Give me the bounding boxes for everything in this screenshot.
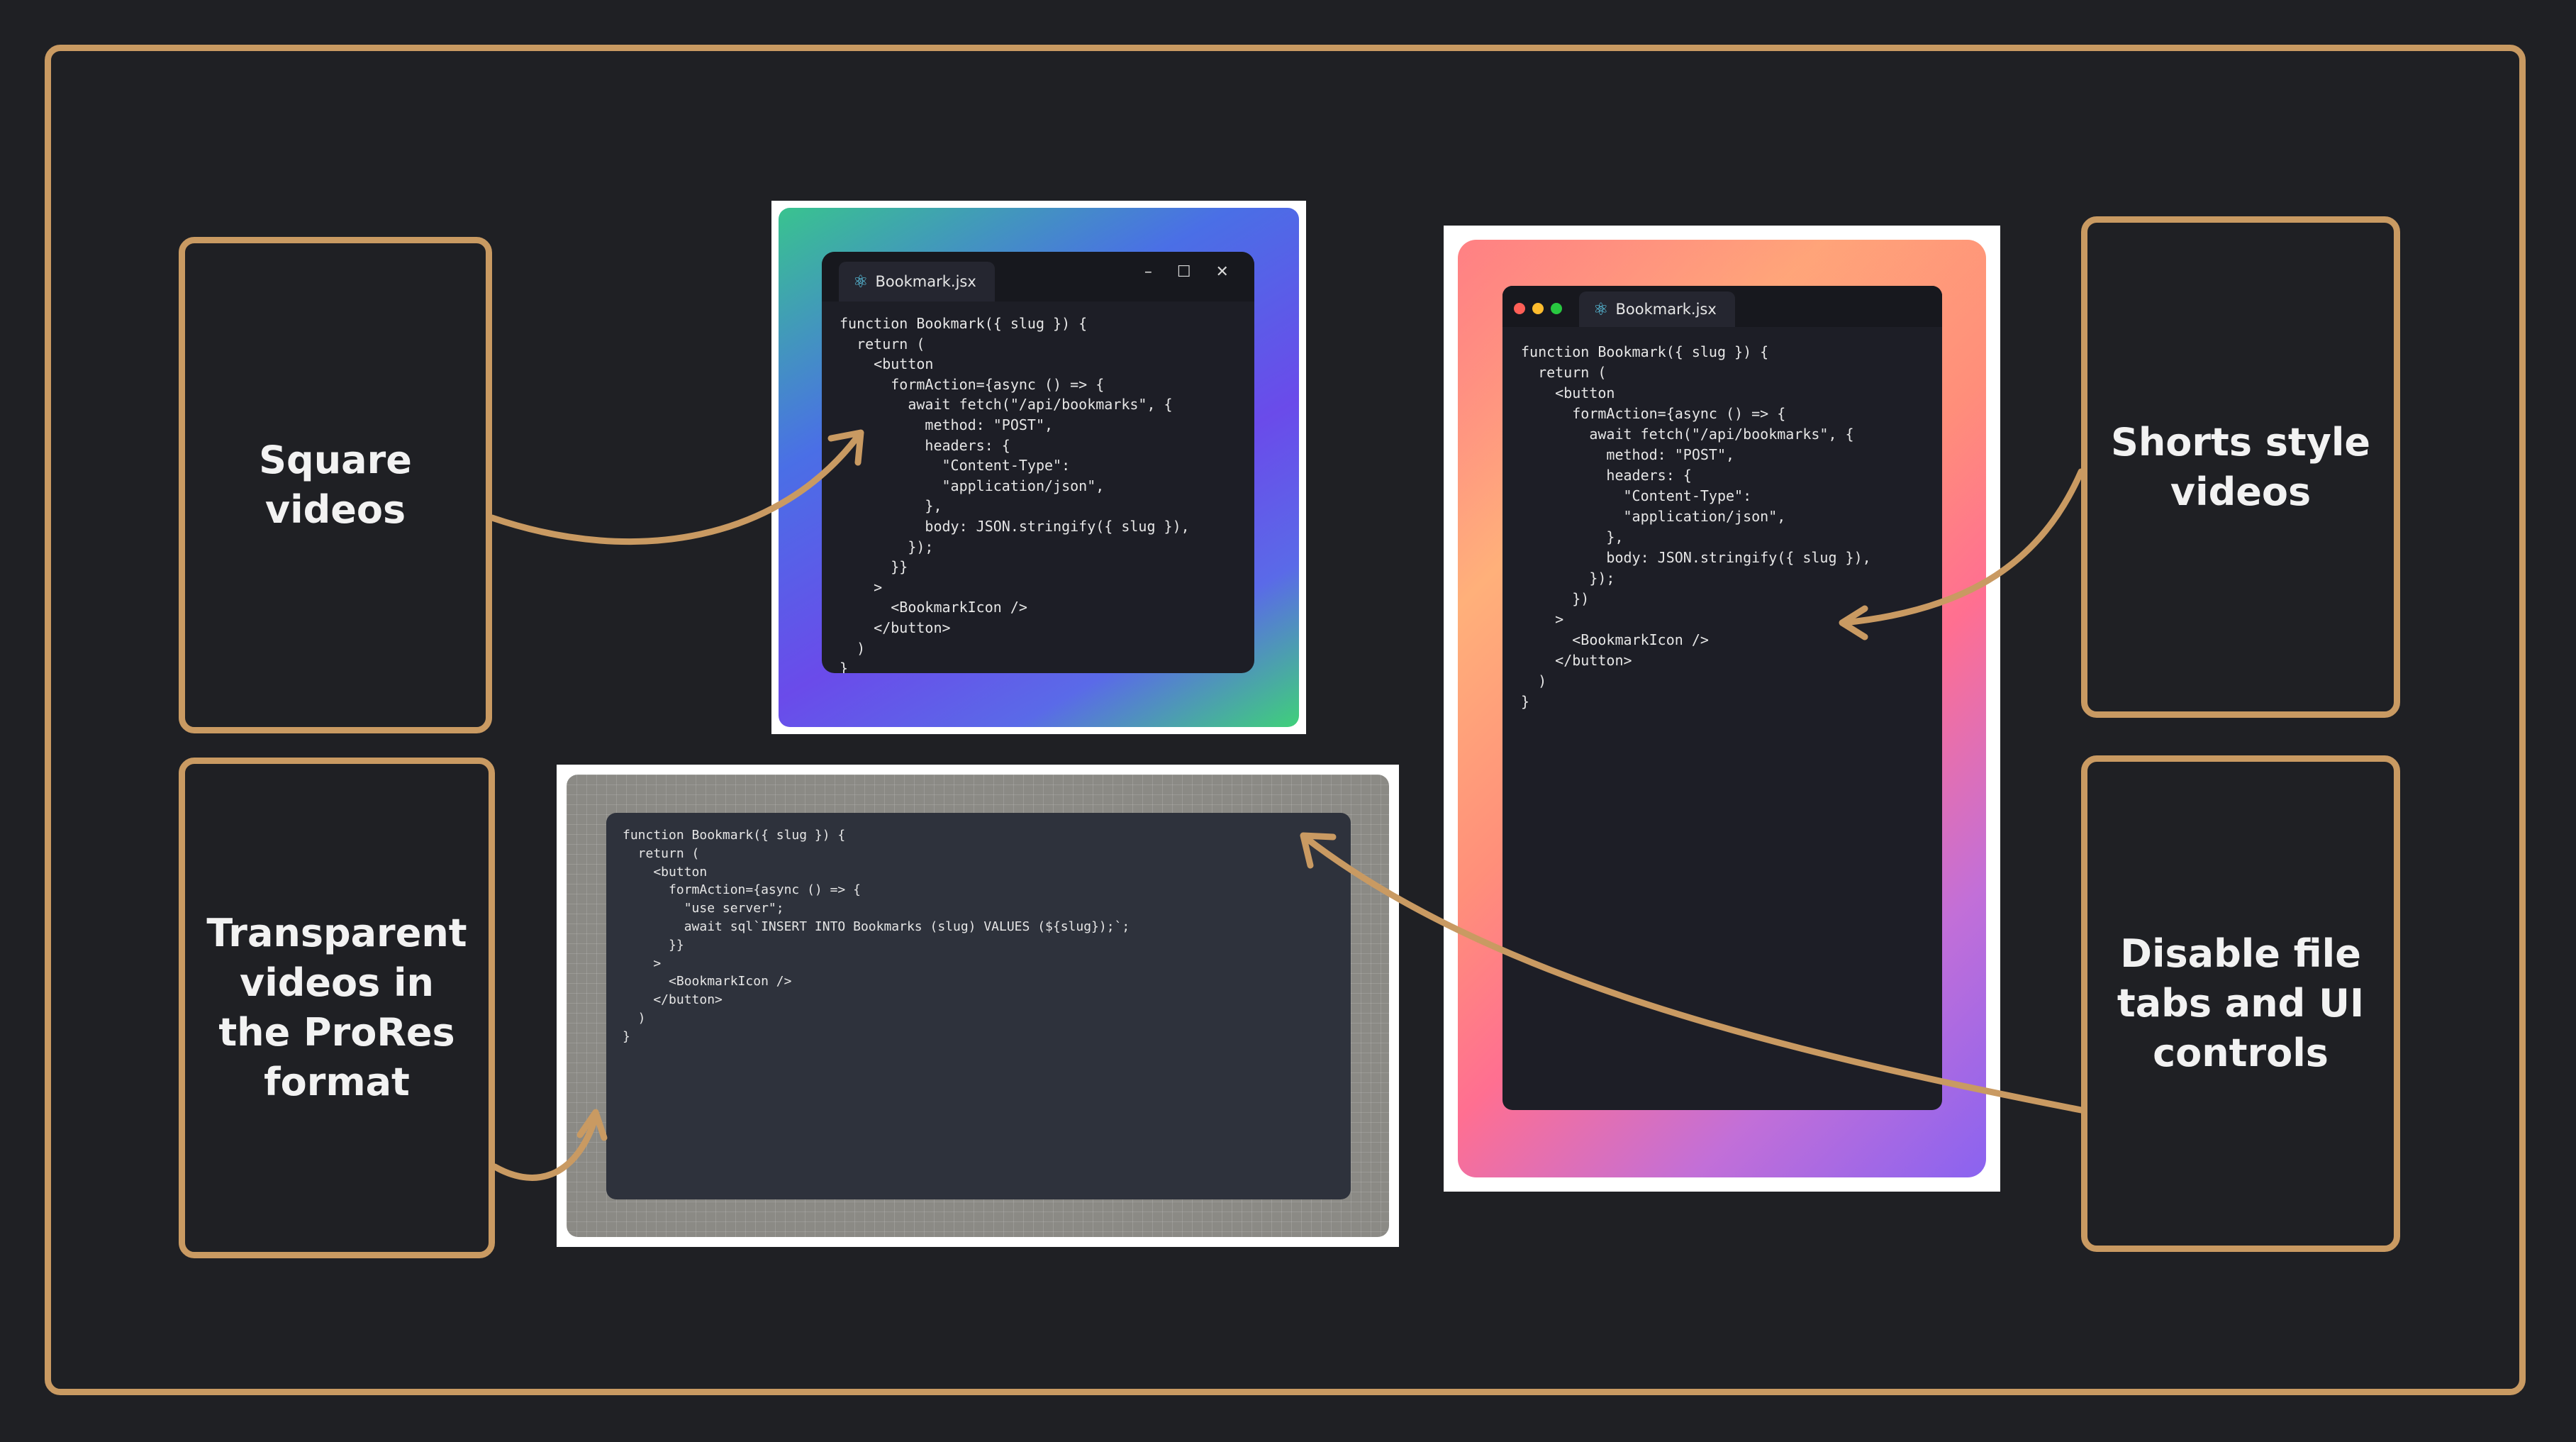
arrow-shorts-videos — [1840, 468, 2085, 626]
arrows-layer — [489, 429, 2085, 1181]
arrow-transparent-videos — [491, 1114, 599, 1181]
arrow-disable-tabs — [1301, 833, 2085, 1114]
arrow-square-videos — [489, 433, 862, 545]
